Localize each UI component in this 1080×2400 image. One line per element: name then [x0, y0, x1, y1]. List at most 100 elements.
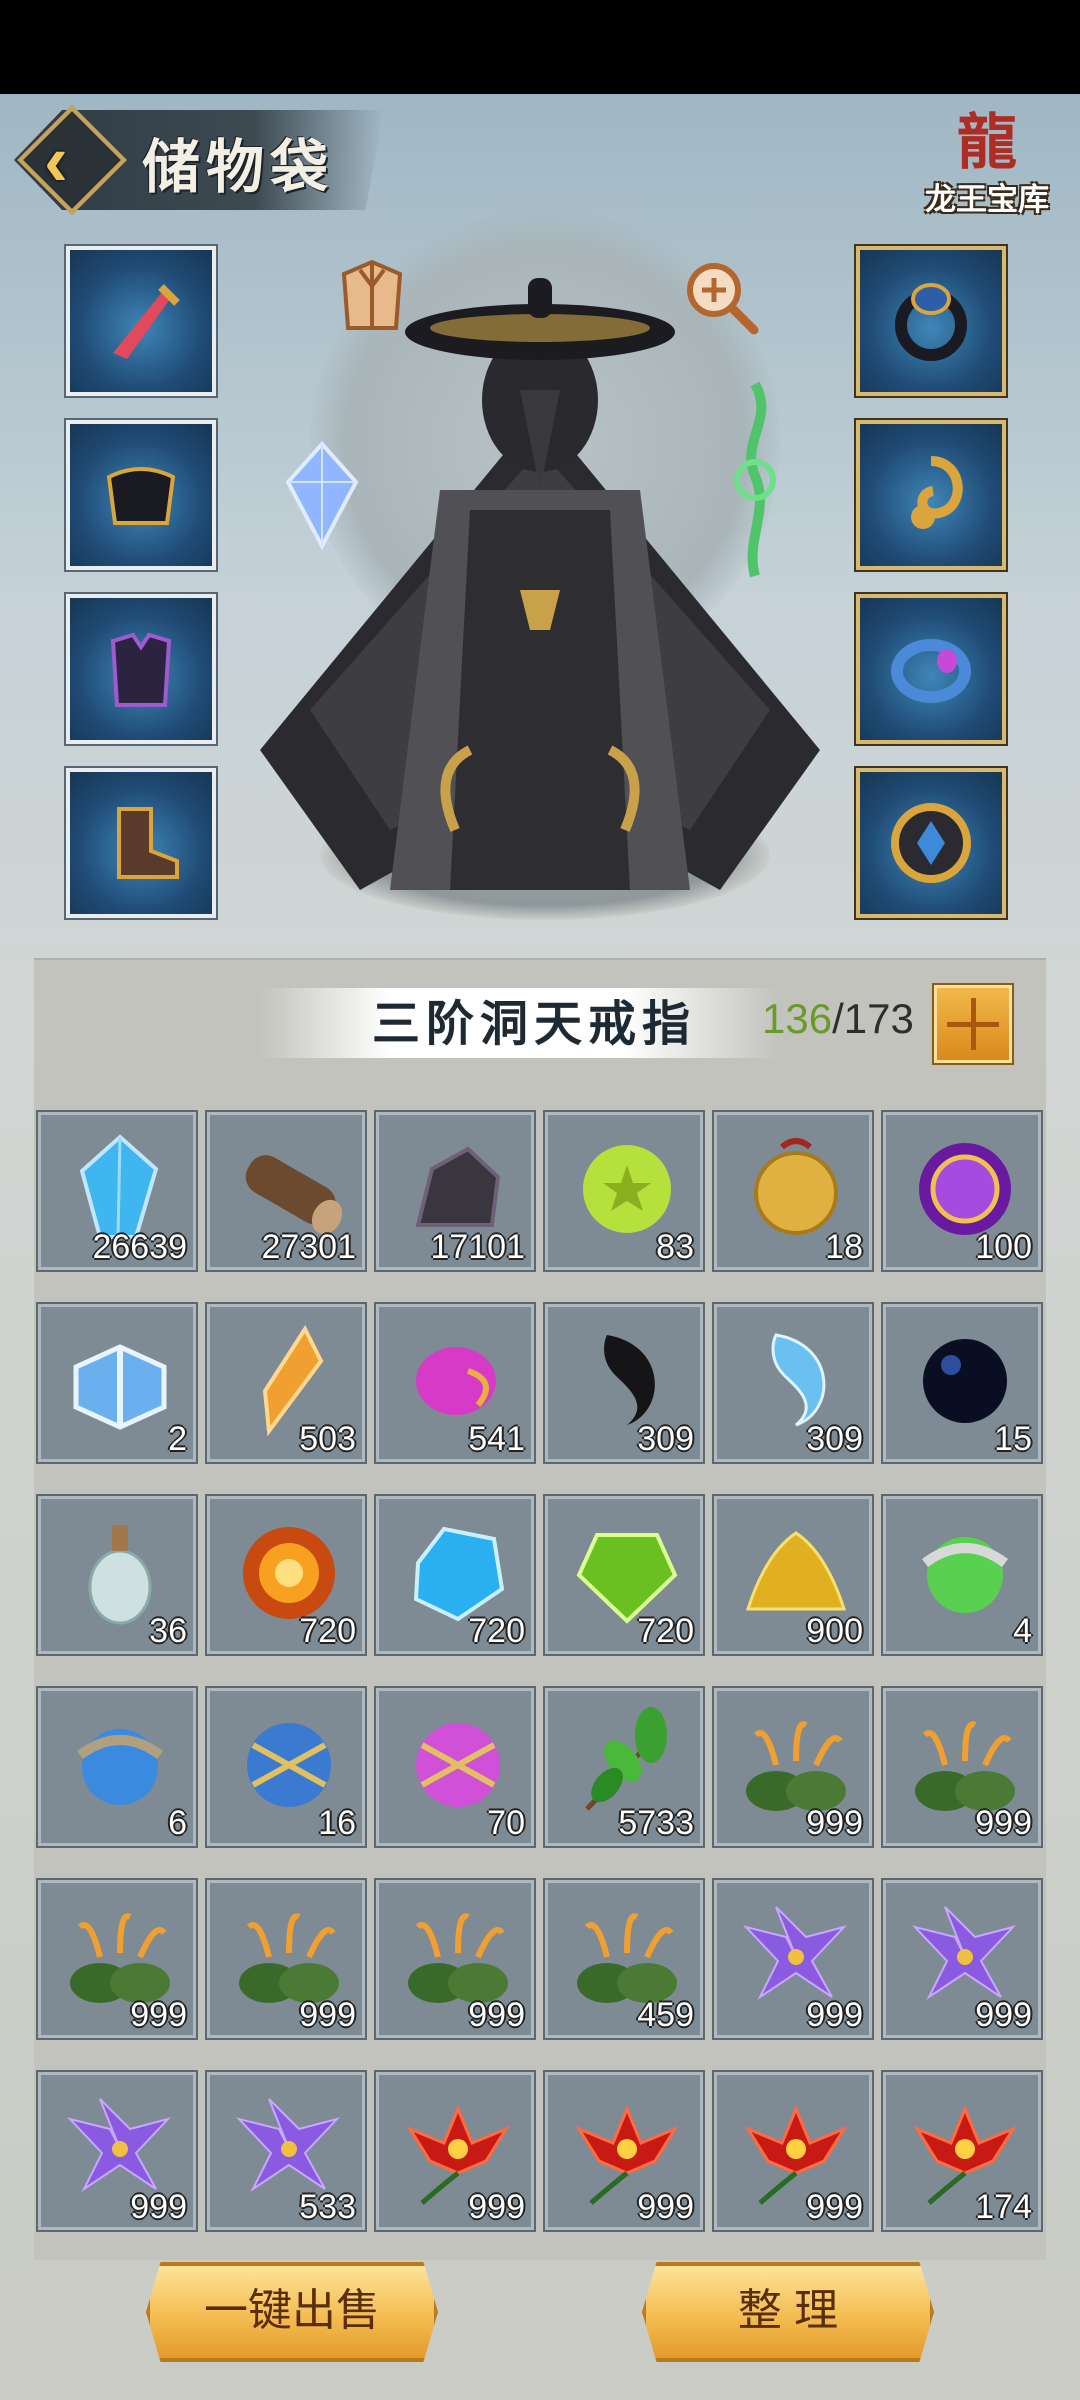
item-count: 83 [656, 1228, 694, 1266]
item-slot[interactable]: 4 [881, 1494, 1043, 1656]
item-count: 533 [299, 2188, 356, 2226]
item-count: 2 [168, 1420, 187, 1458]
treasury-label: 龙王宝库 [925, 182, 1049, 218]
item-slot[interactable]: 18 [712, 1110, 874, 1272]
hat-icon [106, 467, 176, 525]
capacity-total: 173 [843, 995, 914, 1042]
item-slot[interactable]: 900 [712, 1494, 874, 1656]
item-slot[interactable]: 541 [374, 1302, 536, 1464]
equip-slot-ring-2[interactable] [854, 592, 1008, 746]
item-slot[interactable]: 999 [881, 1878, 1043, 2040]
item-slot[interactable]: 999 [36, 1878, 198, 2040]
blue-scroll-orb-icon [77, 1729, 163, 1805]
item-slot[interactable]: 83 [543, 1110, 705, 1272]
sell-all-button[interactable]: 一键出售 [146, 2262, 438, 2362]
item-count: 999 [130, 2188, 187, 2226]
item-count: 6 [168, 1804, 187, 1842]
item-slot[interactable]: 999 [712, 1878, 874, 2040]
item-slot[interactable]: 309 [543, 1302, 705, 1464]
dragon-emblem-icon: 龍 [957, 108, 1017, 178]
equip-slot-armor[interactable] [64, 592, 218, 746]
item-slot[interactable]: 70 [374, 1686, 536, 1848]
item-count: 174 [975, 2188, 1032, 2226]
item-slot[interactable]: 999 [374, 1878, 536, 2040]
item-count: 18 [825, 1228, 863, 1266]
item-slot[interactable]: 2 [36, 1302, 198, 1464]
item-slot[interactable]: 459 [543, 1878, 705, 2040]
amethyst-ring-icon [891, 639, 971, 703]
coin-talisman-icon [891, 803, 971, 883]
item-count: 999 [468, 1996, 525, 2034]
dragon-king-treasury-button[interactable]: 龍 龙王宝库 [912, 112, 1062, 232]
item-count: 999 [806, 1804, 863, 1842]
status-bar [0, 0, 1080, 94]
item-count: 900 [806, 1612, 863, 1650]
bag-title: 三阶洞天戒指 [372, 996, 697, 1052]
equip-slot-weapon[interactable] [64, 244, 218, 398]
item-count: 70 [487, 1804, 525, 1842]
item-count: 541 [468, 1420, 525, 1458]
item-slot[interactable]: 999 [712, 1686, 874, 1848]
equip-slot-amulet[interactable] [854, 418, 1008, 572]
item-count: 999 [806, 1996, 863, 2034]
sort-button[interactable]: 整 理 [642, 2262, 934, 2362]
item-count: 999 [468, 2188, 525, 2226]
item-slot[interactable]: 26639 [36, 1110, 198, 1272]
item-slot[interactable]: 15 [881, 1302, 1043, 1464]
jade-staff-icon [734, 381, 776, 578]
item-slot[interactable]: 999 [374, 2070, 536, 2232]
item-slot[interactable]: 100 [881, 1110, 1043, 1272]
item-count: 999 [806, 2188, 863, 2226]
equip-slot-hat[interactable] [64, 418, 218, 572]
item-count: 720 [468, 1612, 525, 1650]
expand-capacity-button[interactable] [932, 983, 1014, 1065]
item-slot[interactable]: 720 [205, 1494, 367, 1656]
item-slot[interactable]: 36 [36, 1494, 198, 1656]
item-slot[interactable]: 720 [374, 1494, 536, 1656]
item-count: 36 [149, 1612, 187, 1650]
back-arrow-icon: ‹ [44, 121, 68, 201]
item-slot[interactable]: 533 [205, 2070, 367, 2232]
item-count: 999 [299, 1996, 356, 2034]
equip-slot-boots[interactable] [64, 766, 218, 920]
zoom-in-icon[interactable] [680, 256, 762, 338]
item-grid: 26639 27301 17101 83 18 100 2 503 541 309 309 15 36 7… [36, 1110, 1043, 2232]
sapphire-ring-icon [895, 283, 967, 361]
item-count: 999 [975, 1996, 1032, 2034]
item-count: 309 [806, 1420, 863, 1458]
equip-slot-talisman[interactable] [854, 766, 1008, 920]
equip-slot-ring-1[interactable] [854, 244, 1008, 398]
item-slot[interactable]: 999 [881, 1686, 1043, 1848]
dragon-amulet-icon [911, 456, 963, 529]
item-count: 5733 [618, 1804, 694, 1842]
item-slot[interactable]: 999 [36, 2070, 198, 2232]
item-count: 999 [637, 2188, 694, 2226]
gift-box-icon [73, 1344, 167, 1430]
capacity-separator: / [832, 995, 844, 1042]
item-slot[interactable]: 503 [205, 1302, 367, 1464]
item-slot[interactable]: 999 [543, 2070, 705, 2232]
crystal-artifact-icon [285, 441, 359, 550]
item-count: 15 [994, 1420, 1032, 1458]
item-slot[interactable]: 720 [543, 1494, 705, 1656]
item-slot[interactable]: 309 [712, 1302, 874, 1464]
item-slot[interactable]: 16 [205, 1686, 367, 1848]
item-slot[interactable]: 999 [712, 2070, 874, 2232]
item-slot[interactable]: 174 [881, 2070, 1043, 2232]
item-slot[interactable]: 5733 [543, 1686, 705, 1848]
armor-icon [110, 632, 172, 707]
item-slot[interactable]: 999 [205, 1878, 367, 2040]
item-count: 459 [637, 1996, 694, 2034]
item-count: 17101 [430, 1228, 525, 1266]
sword-icon [113, 284, 180, 359]
item-slot[interactable]: 17101 [374, 1110, 536, 1272]
capacity-used: 136 [762, 995, 833, 1042]
item-count: 503 [299, 1420, 356, 1458]
item-count: 999 [130, 1996, 187, 2034]
item-slot[interactable]: 6 [36, 1686, 198, 1848]
item-count: 26639 [92, 1228, 187, 1266]
item-slot[interactable]: 27301 [205, 1110, 367, 1272]
item-count: 309 [637, 1420, 694, 1458]
item-count: 720 [299, 1612, 356, 1650]
wardrobe-icon[interactable] [326, 250, 418, 342]
